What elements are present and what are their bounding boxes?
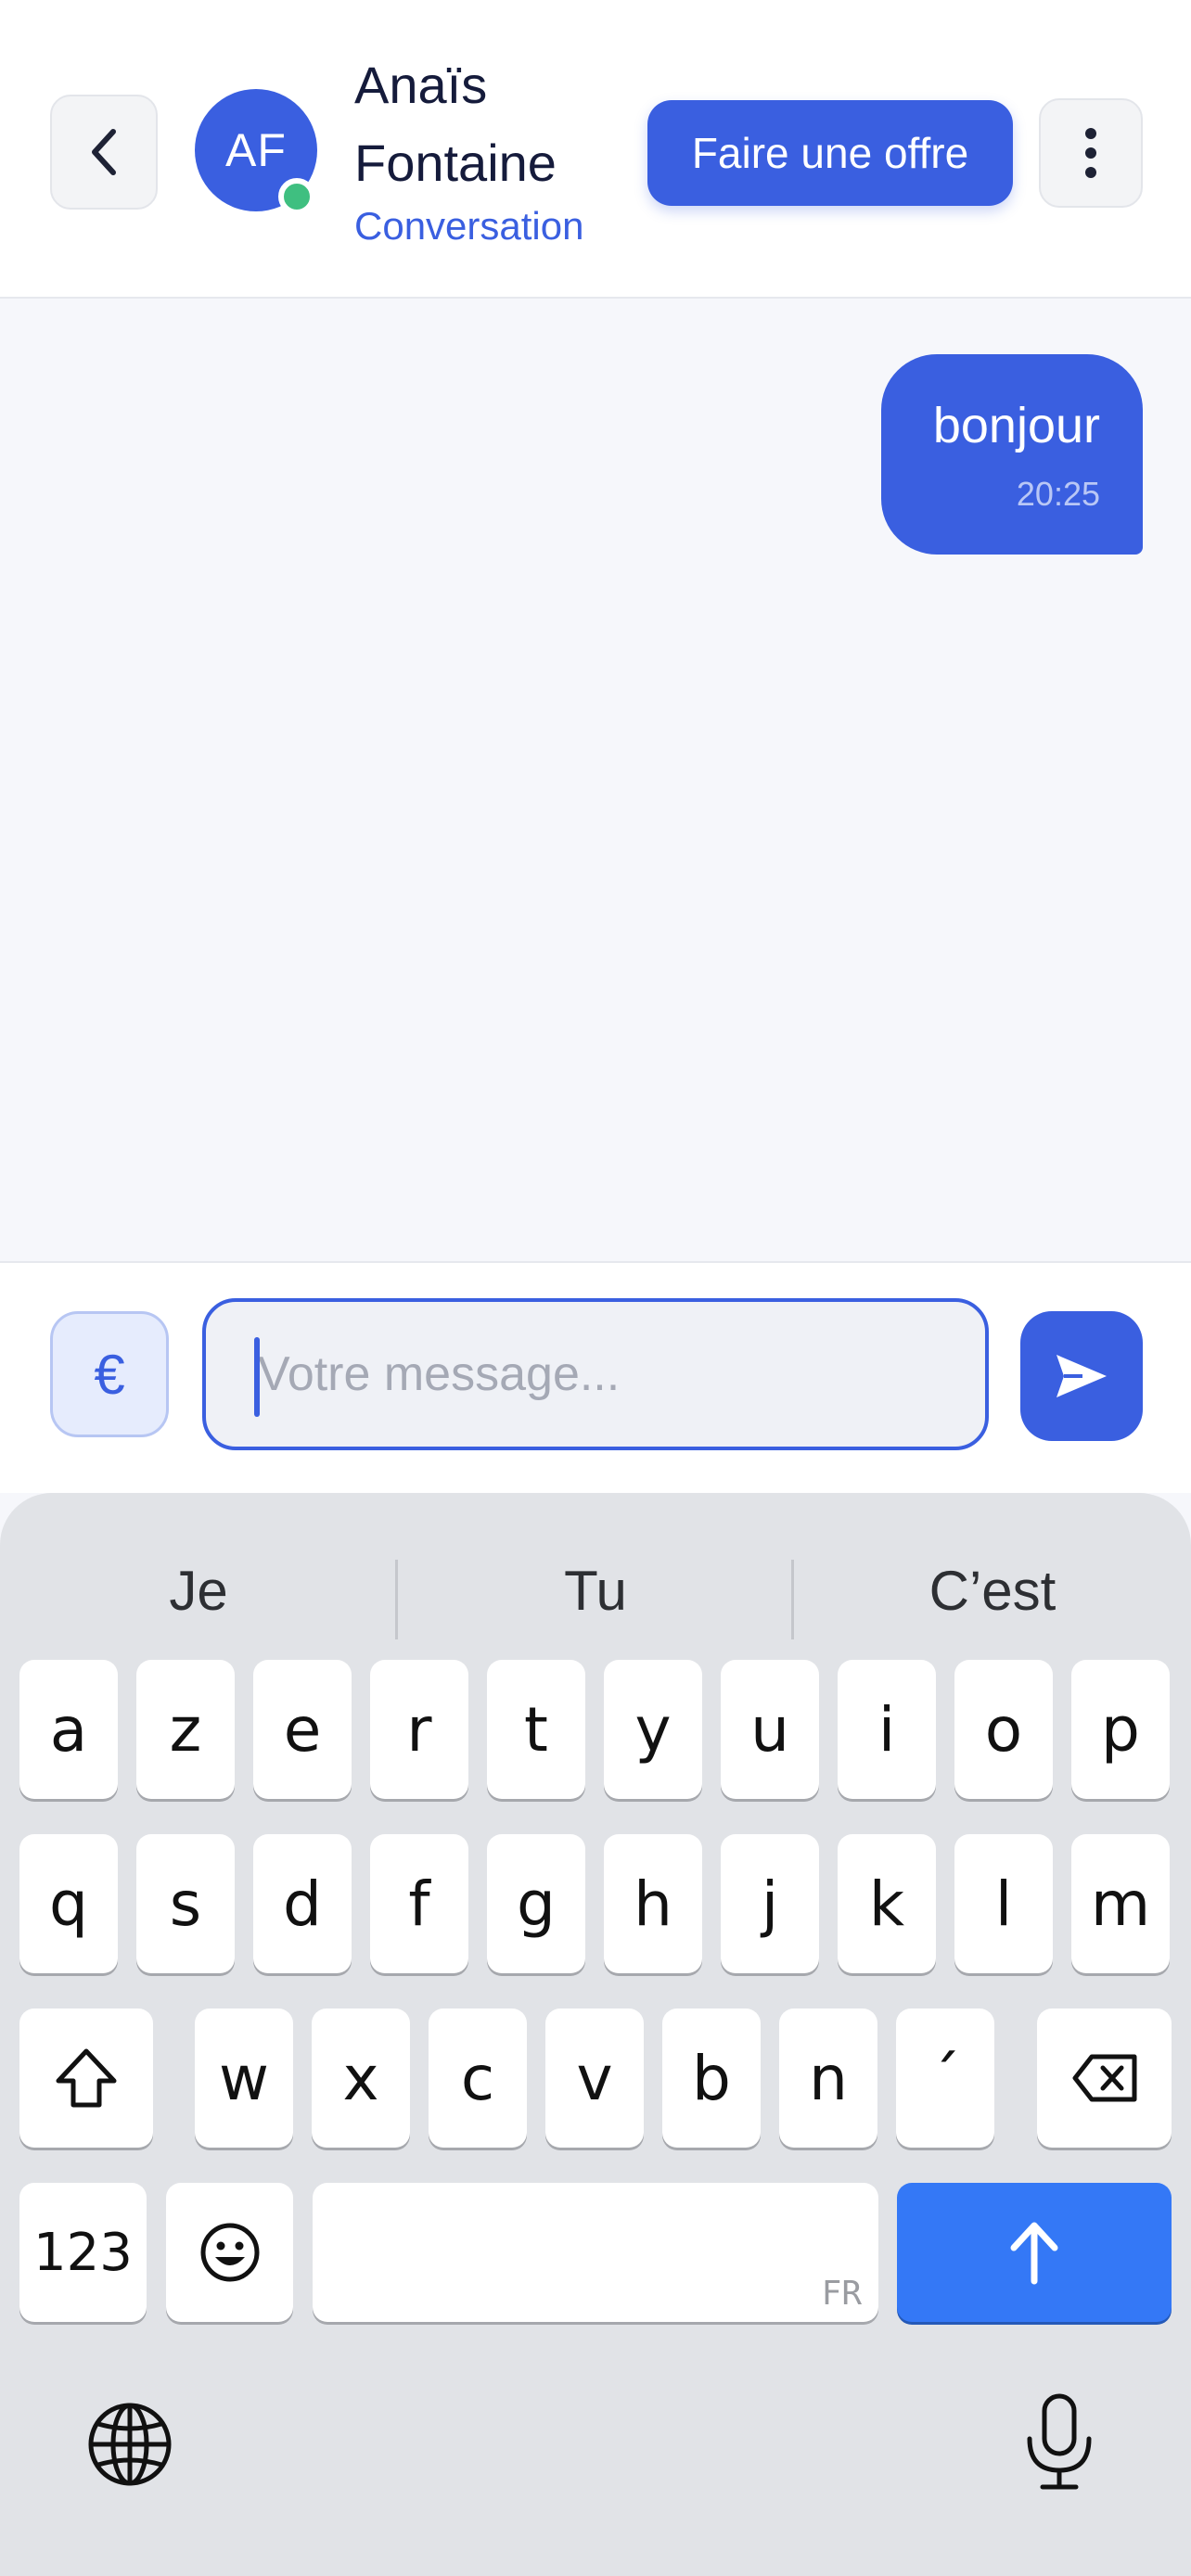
delete-key[interactable]	[1037, 2009, 1172, 2148]
euro-icon: €	[94, 1343, 125, 1406]
key-m[interactable]: m	[1071, 1834, 1170, 1973]
key-o[interactable]: o	[954, 1660, 1053, 1799]
chevron-left-icon	[92, 129, 116, 175]
key-w[interactable]: w	[195, 2009, 293, 2148]
arrow-up-icon	[1010, 2222, 1058, 2285]
key-g[interactable]: g	[487, 1834, 585, 1973]
key-h[interactable]: h	[604, 1834, 702, 1973]
suggestion-2[interactable]: Tu	[397, 1539, 794, 1641]
online-status-indicator	[278, 178, 315, 215]
send-button[interactable]	[1020, 1311, 1143, 1441]
shift-icon	[56, 2048, 117, 2108]
suggestion-1[interactable]: Je	[0, 1539, 397, 1641]
emoji-icon	[200, 2223, 259, 2282]
message-input[interactable]	[202, 1298, 989, 1450]
more-options-button[interactable]	[1039, 98, 1143, 208]
message-bubble-outgoing[interactable]: bonjour 20:25	[881, 354, 1143, 555]
numbers-key[interactable]: 123	[19, 2183, 147, 2322]
key-c[interactable]: c	[429, 2009, 527, 2148]
shift-key[interactable]	[19, 2009, 153, 2148]
text-caret	[254, 1337, 260, 1417]
key-l[interactable]: l	[954, 1834, 1053, 1973]
key-p[interactable]: p	[1071, 1660, 1170, 1799]
key-t[interactable]: t	[487, 1660, 585, 1799]
currency-offer-button[interactable]: €	[50, 1311, 169, 1437]
key-k[interactable]: k	[838, 1834, 936, 1973]
return-key[interactable]	[897, 2183, 1172, 2322]
avatar-initials: AF	[225, 124, 287, 176]
key-a[interactable]: a	[19, 1660, 118, 1799]
key-s[interactable]: s	[136, 1834, 235, 1973]
microphone-icon[interactable]	[1022, 2392, 1096, 2493]
on-screen-keyboard: Je Tu C’est a z e r t y u i o p q s d f …	[0, 1493, 1191, 2576]
globe-icon[interactable]	[85, 2400, 174, 2489]
message-composer: €	[0, 1261, 1191, 1493]
key-x[interactable]: x	[312, 2009, 410, 2148]
key-v[interactable]: v	[545, 2009, 644, 2148]
key-b[interactable]: b	[662, 2009, 761, 2148]
keyboard-language-label: FR	[821, 2275, 862, 2313]
key-q[interactable]: q	[19, 1834, 118, 1973]
backspace-icon	[1072, 2054, 1136, 2102]
key-d[interactable]: d	[253, 1834, 352, 1973]
key-j[interactable]: j	[721, 1834, 819, 1973]
suggestion-3[interactable]: C’est	[794, 1539, 1191, 1641]
message-text: bonjour	[932, 398, 1100, 453]
key-accent[interactable]: ´	[896, 2009, 994, 2148]
more-vertical-icon	[1085, 128, 1096, 178]
key-z[interactable]: z	[136, 1660, 235, 1799]
make-offer-button[interactable]: Faire une offre	[647, 100, 1013, 206]
back-button[interactable]	[50, 95, 158, 210]
contact-name: Anaïs Fontaine	[354, 56, 557, 192]
key-u[interactable]: u	[721, 1660, 819, 1799]
key-i[interactable]: i	[838, 1660, 936, 1799]
key-r[interactable]: r	[370, 1660, 468, 1799]
key-n[interactable]: n	[779, 2009, 877, 2148]
chat-header: AF Anaïs Fontaine Conversation Faire une…	[0, 0, 1191, 299]
emoji-key[interactable]	[166, 2183, 293, 2322]
key-e[interactable]: e	[253, 1660, 352, 1799]
send-icon	[1057, 1355, 1107, 1397]
conversation-subtitle: Conversation	[354, 204, 584, 248]
message-time: 20:25	[1016, 475, 1100, 513]
key-y[interactable]: y	[604, 1660, 702, 1799]
space-key[interactable]: FR	[313, 2183, 878, 2322]
key-f[interactable]: f	[370, 1834, 468, 1973]
